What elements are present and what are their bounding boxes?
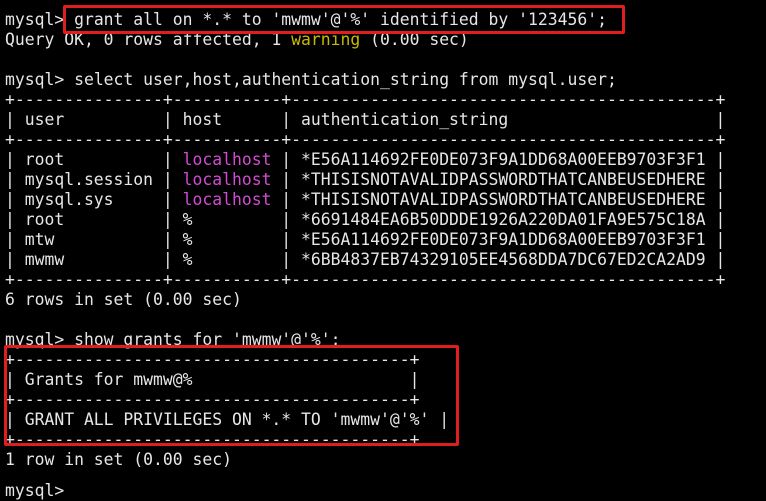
mysql-prompt: mysql> xyxy=(5,10,75,29)
host-cell: % xyxy=(182,210,272,229)
host-cell: % xyxy=(182,250,272,269)
table-header-row: | user | host | authentication_string | xyxy=(5,110,726,129)
cursor-prompt-line: mysql> xyxy=(5,481,75,500)
show-grants-command: show grants for 'mwmw'@'%'; xyxy=(74,330,341,349)
table-border-top: +---------------+-----------+-----------… xyxy=(5,90,726,109)
host-cell: % xyxy=(182,230,272,249)
select-command-line: mysql> select user,host,authentication_s… xyxy=(5,70,617,90)
table-row: | mtw | % | *E56A114692FE0DE073F9A1DD68A… xyxy=(5,230,726,249)
host-cell: localhost xyxy=(182,150,272,169)
grants-header-row: | Grants for mwmw@% | xyxy=(5,370,420,389)
grant-command: grant all on *.* to 'mwmw'@'%' identifie… xyxy=(74,10,607,29)
select-command: select user,host,authentication_string f… xyxy=(74,70,617,89)
show-grants-command-line: mysql> show grants for 'mwmw'@'%'; xyxy=(5,330,341,350)
grants-border-bottom: +---------------------------------------… xyxy=(5,430,420,449)
table-border-bottom: +---------------+-----------+-----------… xyxy=(5,270,726,289)
grants-border-top: +---------------------------------------… xyxy=(5,350,420,369)
host-cell: localhost xyxy=(182,190,272,209)
grants-result-summary: 1 row in set (0.00 sec) xyxy=(5,450,232,469)
table-row: | root | % | *6691484EA6B50DDDE1926A220D… xyxy=(5,210,726,229)
warning-text: warning xyxy=(291,30,361,49)
grant-result-line: Query OK, 0 rows affected, 1 warning (0.… xyxy=(5,30,469,49)
mysql-prompt: mysql> xyxy=(5,330,75,349)
table-border-mid: +---------------+-----------+-----------… xyxy=(5,130,726,149)
table-row: | mysql.session | localhost | *THISISNOT… xyxy=(5,170,726,189)
terminal-window[interactable]: mysql> grant all on *.* to 'mwmw'@'%' id… xyxy=(0,0,766,500)
host-cell: localhost xyxy=(182,170,272,189)
table-row: | root | localhost | *E56A114692FE0DE073… xyxy=(5,150,726,169)
mysql-prompt: mysql> xyxy=(5,70,75,89)
table-row: | mysql.sys | localhost | *THISISNOTAVAL… xyxy=(5,190,726,209)
table-row: | mwmw | % | *6BB4837EB74329105EE4568DDA… xyxy=(5,250,726,269)
grants-row: | GRANT ALL PRIVILEGES ON *.* TO 'mwmw'@… xyxy=(5,410,450,429)
grants-border-mid: +---------------------------------------… xyxy=(5,390,420,409)
select-result-summary: 6 rows in set (0.00 sec) xyxy=(5,290,242,309)
grant-command-line: mysql> grant all on *.* to 'mwmw'@'%' id… xyxy=(5,10,607,30)
